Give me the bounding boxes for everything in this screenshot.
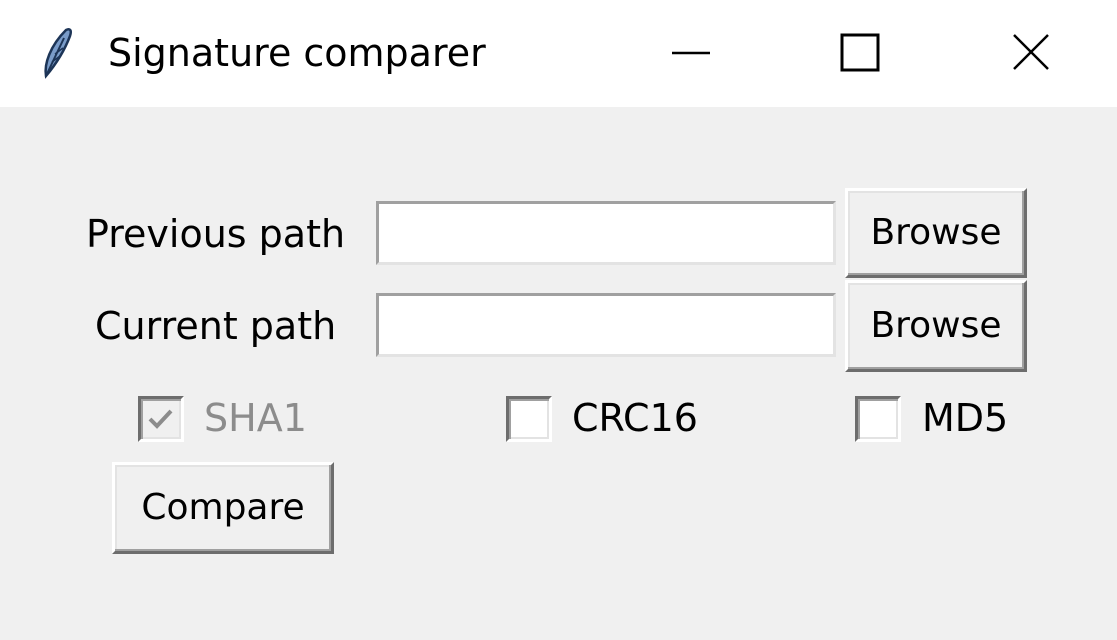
- md5-checkbox-box: [855, 396, 901, 442]
- title-bar: Signature comparer: [0, 0, 1117, 107]
- feather-icon: [36, 24, 76, 80]
- minimize-button[interactable]: [604, 0, 776, 107]
- browse-current-button[interactable]: Browse: [845, 280, 1027, 372]
- compare-button[interactable]: Compare: [112, 462, 334, 554]
- previous-path-input[interactable]: [376, 201, 836, 265]
- sha1-checkbox-box: [138, 396, 184, 442]
- checkmark-icon: [148, 409, 173, 429]
- window-title: Signature comparer: [108, 31, 486, 75]
- sha1-label: SHA1: [204, 396, 307, 440]
- close-icon: [1013, 34, 1049, 70]
- crc16-checkbox-box: [506, 396, 552, 442]
- maximize-button[interactable]: [776, 0, 948, 107]
- browse-previous-button[interactable]: Browse: [845, 188, 1027, 278]
- close-button[interactable]: [945, 0, 1117, 107]
- maximize-icon: [840, 33, 880, 72]
- md5-label: MD5: [922, 396, 1009, 440]
- crc16-label: CRC16: [572, 396, 698, 440]
- current-path-label: Current path: [95, 304, 337, 348]
- minimize-icon: [672, 51, 710, 55]
- current-path-input[interactable]: [376, 293, 836, 357]
- previous-path-label: Previous path: [86, 212, 346, 256]
